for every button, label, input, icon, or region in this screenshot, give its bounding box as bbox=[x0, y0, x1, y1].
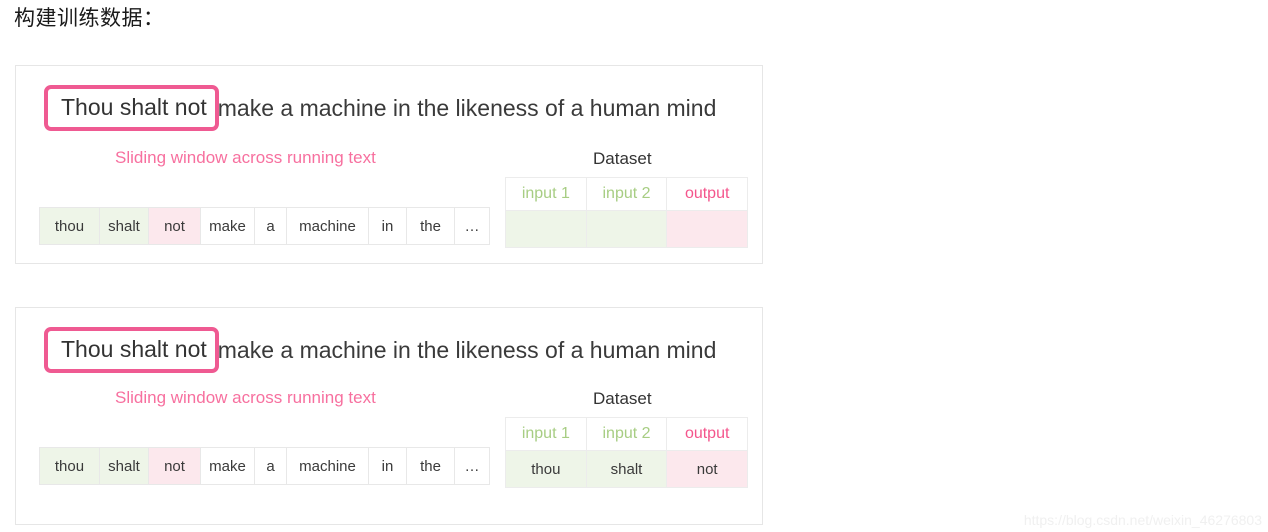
token-cell: machine bbox=[287, 208, 369, 244]
sliding-window-box[interactable]: Thou shalt not bbox=[44, 327, 219, 373]
token-cell: machine bbox=[287, 448, 369, 484]
token-cell: … bbox=[455, 208, 489, 244]
dataset-cell: shalt bbox=[586, 451, 668, 487]
sentence-remainder-text: make a machine in the likeness of a huma… bbox=[217, 95, 717, 121]
sliding-window-caption: Sliding window across running text bbox=[115, 148, 376, 167]
sliding-window-text: Thou shalt not bbox=[61, 94, 207, 120]
token-cell: thou bbox=[40, 208, 100, 244]
sliding-window-text: Thou shalt not bbox=[61, 336, 207, 362]
token-cell: in bbox=[369, 208, 407, 244]
dataset-column-header: input 2 bbox=[586, 178, 668, 211]
token-strip: thou shalt not make a machine in the… bbox=[39, 447, 490, 485]
dataset-column-header: input 2 bbox=[586, 418, 668, 451]
dataset-caption: Dataset bbox=[593, 389, 652, 408]
dataset-table: input 1 input 2 output thou shalt not bbox=[505, 417, 748, 488]
token-cell: not bbox=[149, 208, 201, 244]
token-cell: a bbox=[255, 448, 287, 484]
dataset-table: input 1 input 2 output bbox=[505, 177, 748, 248]
dataset-cell bbox=[667, 211, 748, 247]
dataset-data-row: thou shalt not bbox=[506, 451, 748, 487]
sentence-remainder-text: make a machine in the likeness of a huma… bbox=[217, 337, 717, 363]
training-data-panel: Thou shalt not make a machine in the like… bbox=[15, 307, 763, 525]
token-cell: the bbox=[407, 448, 455, 484]
sentence-row: Thou shalt not make a machine in the like… bbox=[44, 327, 716, 375]
token-cell: a bbox=[255, 208, 287, 244]
token-cell: make bbox=[201, 448, 255, 484]
sliding-window-box[interactable]: Thou shalt not bbox=[44, 85, 219, 131]
dataset-caption: Dataset bbox=[593, 149, 652, 168]
dataset-column-header: output bbox=[667, 418, 748, 451]
token-cell: in bbox=[369, 448, 407, 484]
dataset-cell: thou bbox=[506, 451, 587, 487]
token-cell: not bbox=[149, 448, 201, 484]
dataset-header-row: input 1 input 2 output bbox=[506, 418, 748, 451]
dataset-cell bbox=[506, 211, 587, 247]
token-cell: the bbox=[407, 208, 455, 244]
token-cell: shalt bbox=[100, 448, 149, 484]
token-cell: make bbox=[201, 208, 255, 244]
token-cell: shalt bbox=[100, 208, 149, 244]
dataset-header-row: input 1 input 2 output bbox=[506, 178, 748, 211]
dataset-column-header: input 1 bbox=[506, 418, 587, 451]
token-cell: thou bbox=[40, 448, 100, 484]
dataset-data-row bbox=[506, 211, 748, 247]
dataset-cell bbox=[586, 211, 668, 247]
sentence-row: Thou shalt not make a machine in the like… bbox=[44, 85, 716, 133]
token-cell: … bbox=[455, 448, 489, 484]
dataset-column-header: output bbox=[667, 178, 748, 211]
token-strip: thou shalt not make a machine in the… bbox=[39, 207, 490, 245]
watermark: https://blog.csdn.net/weixin_46276803 bbox=[1023, 512, 1262, 528]
dataset-column-header: input 1 bbox=[506, 178, 587, 211]
sliding-window-caption: Sliding window across running text bbox=[115, 388, 376, 407]
dataset-cell: not bbox=[667, 451, 748, 487]
page-title: 构建训练数据： bbox=[14, 7, 165, 30]
